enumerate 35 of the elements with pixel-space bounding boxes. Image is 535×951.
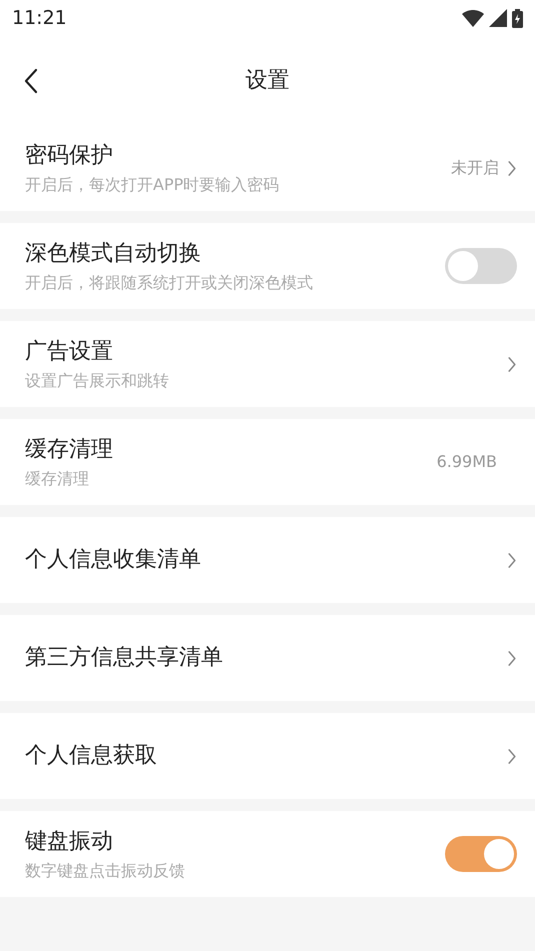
settings-row[interactable]: 第三方信息共享清单 [0,615,535,701]
row-subtitle: 设置广告展示和跳转 [25,370,169,392]
chevron-right-icon [507,650,517,666]
row-title: 缓存清理 [25,436,113,464]
settings-row[interactable]: 深色模式自动切换 开启后，将跟随系统打开或关闭深色模式 [0,223,535,309]
settings-row[interactable]: 个人信息获取 [0,713,535,799]
row-title: 个人信息收集清单 [25,546,201,574]
settings-row[interactable]: 密码保护 开启后，每次打开APP时要输入密码 未开启 [0,125,535,211]
row-title: 键盘振动 [25,828,114,856]
settings-row[interactable]: 键盘振动 数字键盘点击振动反馈 [0,811,535,897]
chevron-right-icon [507,552,517,568]
row-subtitle: 开启后，每次打开APP时要输入密码 [25,174,280,196]
row-title: 个人信息获取 [25,742,157,770]
settings-row[interactable]: 个人信息收集清单 [0,517,535,603]
cache-size: 6.99MB [436,451,497,473]
settings-row[interactable]: 缓存清理 缓存清理 6.99MB [0,419,535,505]
row-subtitle: 缓存清理 [25,468,90,490]
row-title: 第三方信息共享清单 [25,644,223,672]
row-title: 密码保护 [25,142,114,170]
row-subtitle: 开启后，将跟随系统打开或关闭深色模式 [25,272,313,294]
chevron-right-icon [507,748,517,764]
battery-icon [512,8,523,28]
status-time: 11:21 [12,6,67,31]
row-subtitle: 数字键盘点击振动反馈 [25,860,185,882]
wifi-icon [462,10,484,26]
row-title: 深色模式自动切换 [25,240,202,268]
chevron-right-icon [507,356,517,372]
row-title: 广告设置 [25,338,114,366]
toggle-switch[interactable] [445,836,517,872]
page-title: 设置 [246,67,290,95]
settings-row[interactable]: 广告设置 设置广告展示和跳转 [0,321,535,407]
chevron-right-icon [507,160,517,176]
signal-icon [489,9,507,27]
status-value: 未开启 [451,157,499,179]
toggle-switch[interactable] [445,248,517,284]
